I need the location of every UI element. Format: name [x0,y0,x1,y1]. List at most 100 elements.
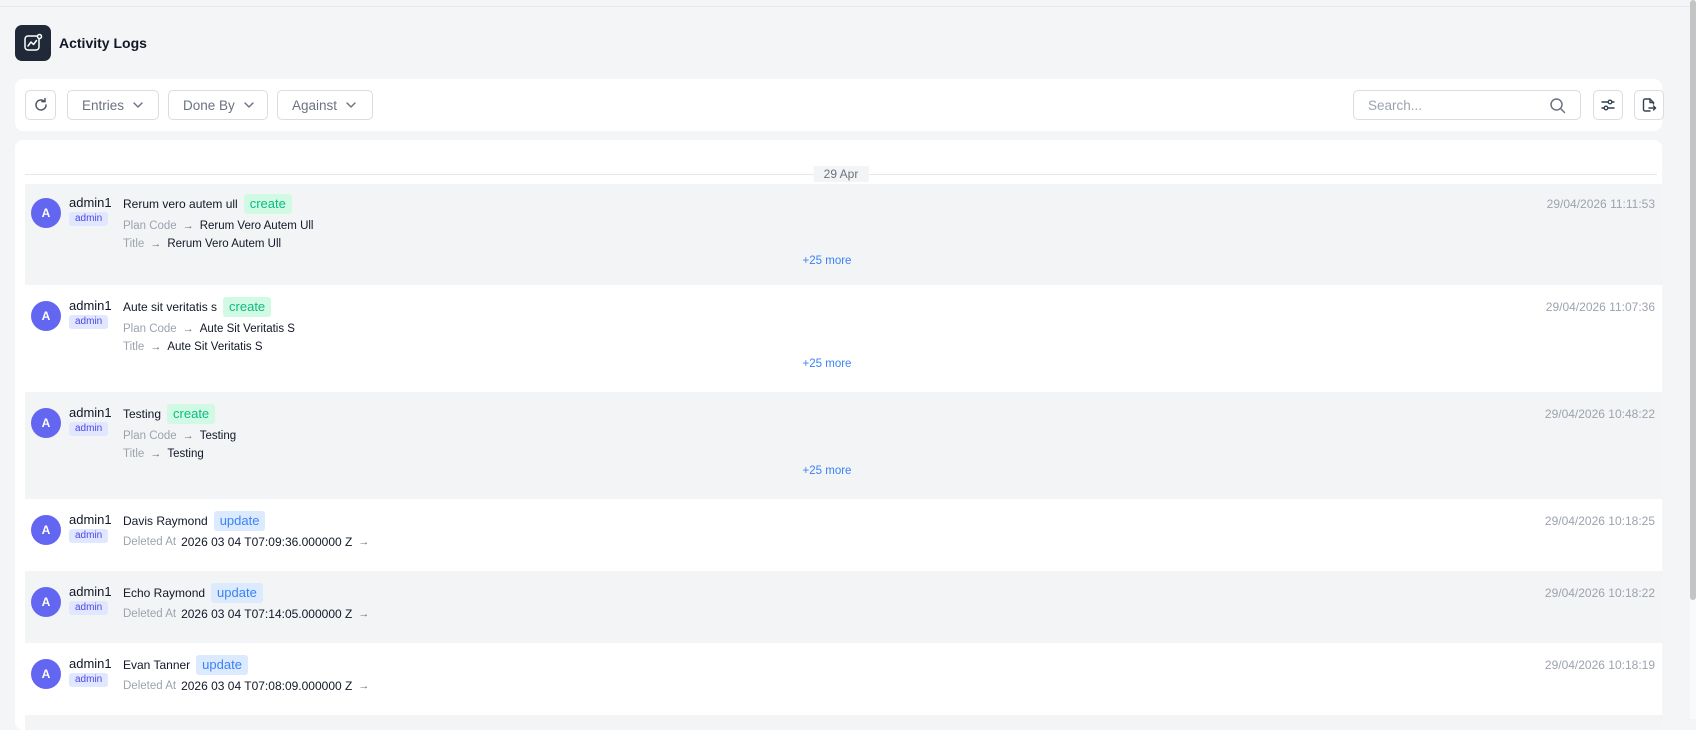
timestamp: 29/04/2026 11:07:36 [1545,300,1655,314]
timestamp: 29/04/2026 10:18:25 [1544,514,1655,528]
field-change: Plan Code → Testing [123,429,236,443]
field-change: Title → Testing [123,447,204,461]
arrow-right-icon: → [358,536,370,548]
field-change: Plan Code → Rerum Vero Autem Ull [123,219,313,233]
action-badge: create [243,194,292,214]
field-change: Title → Rerum Vero Autem Ull [123,237,281,251]
top-divider [0,6,1690,7]
entries-filter-dropdown[interactable]: Entries [67,90,159,120]
page-header: Activity Logs [15,25,147,61]
entry-title: Davis Raymond [123,514,208,528]
action-badge: update [213,511,266,531]
date-separator: 29 Apr [25,166,1657,182]
user-name: admin1 [69,656,112,671]
role-badge: admin [69,529,109,543]
arrow-right-icon: → [150,448,162,460]
chevron-down-icon [133,102,143,108]
entry-title-row: Aute sit veritatis s create [123,297,272,317]
entry-title: Aute sit veritatis s [123,300,218,314]
field-change: Title → Aute Sit Veritatis S [123,340,263,354]
timestamp: 29/04/2026 10:18:22 [1544,586,1655,600]
toolbar: Entries Done By Against [15,79,1664,131]
avatar: A [31,301,61,331]
done-by-filter-label: Done By [183,97,235,113]
arrow-right-icon: → [358,608,370,620]
export-icon [1641,97,1657,113]
user-name: admin1 [69,195,112,210]
field-value: Testing [199,430,237,442]
entry-title: Echo Raymond [123,586,206,600]
field-change: Deleted At 2026 03 04 T07:08:09.000000 Z… [123,679,375,693]
show-more-link[interactable]: +25 more [803,465,852,477]
log-entry[interactable]: A admin1 admin Evan Tanner update Delete… [25,643,1662,715]
role-badge: admin [69,422,109,436]
refresh-icon [33,97,49,113]
user-name: admin1 [69,512,112,527]
search-box [1353,90,1581,120]
sliders-icon [1600,97,1616,113]
timestamp: 29/04/2026 10:48:22 [1544,407,1655,421]
timestamp: 29/04/2026 10:18:19 [1544,658,1655,672]
show-more-link[interactable]: +25 more [803,358,852,370]
done-by-filter-dropdown[interactable]: Done By [168,90,268,120]
action-badge: create [223,297,272,317]
field-value: 2026 03 04 T07:08:09.000000 Z [181,679,353,693]
avatar: A [31,587,61,617]
role-badge: admin [69,212,109,226]
role-badge: admin [69,673,109,687]
entries-filter-label: Entries [82,97,125,113]
log-entry[interactable]: A admin1 admin Testing create Plan Code … [25,392,1662,499]
user-name: admin1 [69,584,112,599]
arrow-right-icon: → [182,220,194,232]
avatar: A [31,515,61,545]
user-name: admin1 [69,298,112,313]
field-value: Rerum Vero Autem Ull [199,220,314,232]
show-more-link[interactable]: +25 more [803,255,852,267]
entry-title: Evan Tanner [123,658,191,672]
avatar: A [31,198,61,228]
entry-title: Rerum vero autem ull [123,197,238,211]
field-key: Plan Code [123,323,177,335]
avatar: A [31,659,61,689]
action-badge: create [167,404,216,424]
log-entry[interactable]: A admin1 admin Davis Raymond update Dele… [25,499,1662,571]
against-filter-dropdown[interactable]: Against [277,90,373,120]
entry-title-row: Testing create [123,404,216,424]
role-badge: admin [69,315,109,329]
field-key: Deleted At [123,608,177,620]
search-input[interactable] [1368,96,1538,114]
field-change: Plan Code → Aute Sit Veritatis S [123,322,295,336]
field-value: Testing [167,448,204,460]
refresh-button[interactable] [25,90,56,120]
field-key: Plan Code [123,430,177,442]
arrow-right-icon: → [150,341,162,353]
field-key: Deleted At [123,536,177,548]
log-entry[interactable]: A admin1 admin Aute sit veritatis s crea… [25,285,1662,392]
field-key: Title [123,341,145,353]
scrollbar-thumb[interactable] [1690,0,1696,600]
date-label: 29 Apr [813,166,869,182]
arrow-right-icon: → [150,238,162,250]
field-value: Aute Sit Veritatis S [167,341,263,353]
user-name: admin1 [69,405,112,420]
export-button[interactable] [1634,90,1664,120]
entry-title-row: Rerum vero autem ull create [123,194,292,214]
entry-title: Testing [123,407,162,421]
field-value: Rerum Vero Autem Ull [167,238,282,250]
arrow-right-icon: → [358,680,370,692]
entry-title-row: Echo Raymond update [123,583,263,603]
field-change: Deleted At 2026 03 04 T07:14:05.000000 Z… [123,607,375,621]
search-icon[interactable] [1549,97,1566,119]
role-badge: admin [69,601,109,615]
arrow-right-icon: → [182,430,194,442]
action-badge: update [211,583,263,603]
column-settings-button[interactable] [1593,90,1623,120]
scrollbar-track[interactable] [1690,0,1696,719]
activity-log-list: 29 Apr A admin1 admin Rerum vero autem u… [15,140,1662,730]
field-key: Deleted At [123,680,177,692]
field-value: 2026 03 04 T07:14:05.000000 Z [181,607,353,621]
field-value: 2026 03 04 T07:09:36.000000 Z [181,535,353,549]
log-entry[interactable]: A admin1 admin Rerum vero autem ull crea… [25,184,1662,285]
field-value: Aute Sit Veritatis S [199,323,295,335]
log-entry[interactable]: A admin1 admin Echo Raymond update Delet… [25,571,1662,643]
